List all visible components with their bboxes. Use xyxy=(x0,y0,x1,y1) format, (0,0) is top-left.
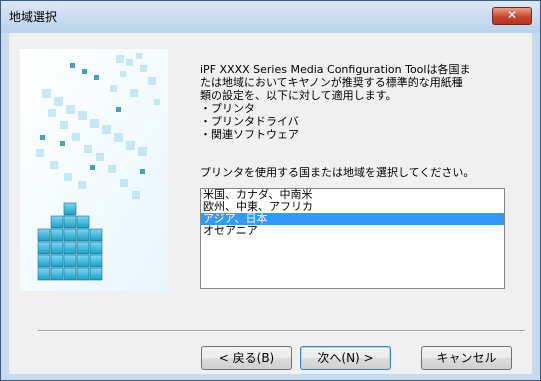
divider xyxy=(38,330,525,332)
close-button[interactable]: ✕ xyxy=(492,7,532,25)
window-title: 地域選択 xyxy=(9,10,58,24)
dialog-window: 地域選択 ✕ iPF XXXX Series Media Configurati… xyxy=(0,0,541,381)
region-option-oceania[interactable]: オセアニア xyxy=(201,225,504,237)
close-icon: ✕ xyxy=(506,8,518,22)
back-button[interactable]: < 戻る(B) xyxy=(201,346,292,370)
wizard-illustration xyxy=(20,49,168,291)
description-text: iPF XXXX Series Media Configuration Tool… xyxy=(200,63,471,141)
region-prompt: プリンタを使用する国または地域を選択してください。 xyxy=(200,166,475,179)
title-bar[interactable]: 地域選択 ✕ xyxy=(1,1,540,33)
cancel-button[interactable]: キャンセル xyxy=(421,346,512,370)
next-button[interactable]: 次へ(N) > xyxy=(300,346,391,370)
cubes-icon xyxy=(20,49,168,291)
region-listbox[interactable]: 米国、カナダ、中南米 欧州、中東、アフリカ アジア、日本 オセアニア xyxy=(200,188,505,289)
dialog-content: iPF XXXX Series Media Configuration Tool… xyxy=(9,33,532,374)
